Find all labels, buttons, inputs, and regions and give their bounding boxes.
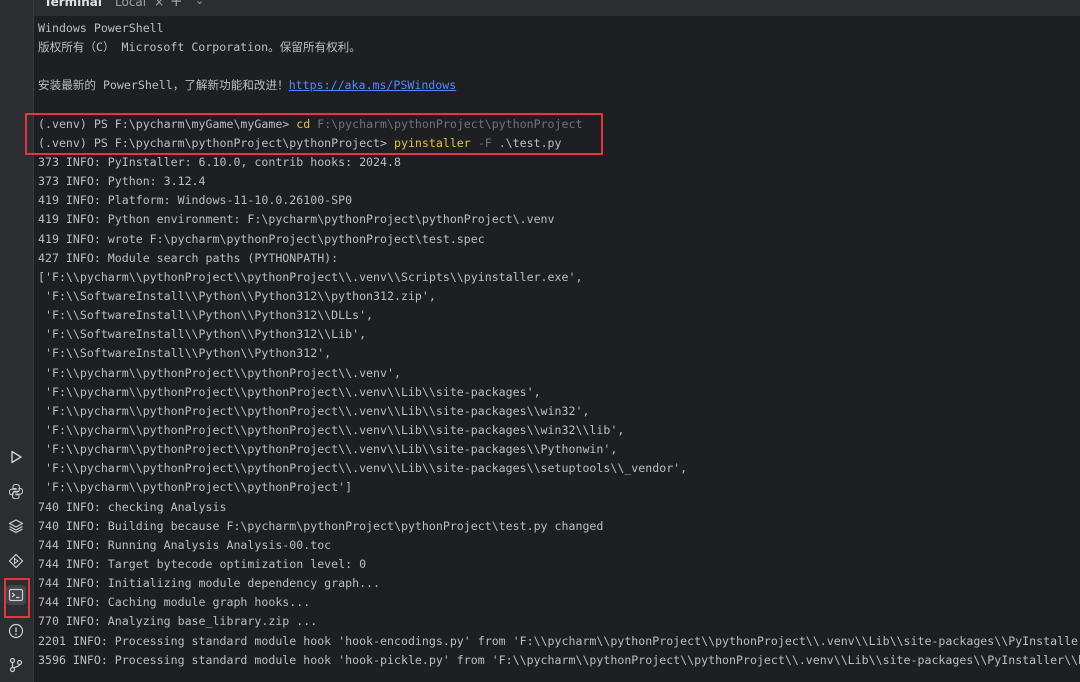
command-argument: .\test.py	[491, 135, 562, 150]
terminal-tab-bar: Terminal Local × + ⌄	[33, 0, 1080, 16]
command-argument: F:\pycharm\pythonProject\pythonProject	[310, 116, 583, 131]
output-line: 2201 INFO: Processing standard module ho…	[38, 633, 1080, 648]
terminal-panel-title: Terminal	[44, 0, 103, 9]
output-line: 427 INFO: Module search paths (PYTHONPAT…	[38, 250, 339, 265]
output-line: 740 INFO: Building because F:\pycharm\py…	[38, 518, 604, 533]
output-line: 'F:\\pycharm\\pythonProject\\pythonProje…	[38, 384, 541, 399]
terminal-line: 版权所有（C） Microsoft Corporation。保留所有权利。	[38, 40, 361, 55]
tab-local-label: Local	[115, 0, 147, 9]
pswindows-link[interactable]: https://aka.ms/PSWindows	[289, 78, 457, 92]
output-line: 419 INFO: wrote F:\pycharm\pythonProject…	[38, 231, 485, 246]
output-line: 'F:\\SoftwareInstall\\Python\\Python312\…	[38, 288, 436, 303]
output-line: 373 INFO: PyInstaller: 6.10.0, contrib h…	[38, 154, 401, 169]
output-line: ['F:\\pycharm\\pythonProject\\pythonProj…	[38, 269, 583, 284]
update-message: 安装最新的 PowerShell，了解新功能和改进！	[38, 78, 289, 93]
output-line: 'F:\\SoftwareInstall\\Python\\Python312\…	[38, 308, 374, 323]
output-line: 3596 INFO: Processing standard module ho…	[38, 652, 1080, 667]
problems-icon[interactable]	[6, 621, 26, 641]
chevron-down-icon[interactable]: ⌄	[195, 0, 204, 7]
prompt: (.venv) PS F:\pycharm\myGame\myGame>	[38, 116, 297, 131]
command-name: pyinstaller	[393, 135, 471, 150]
prompt: (.venv) PS F:\pycharm\pythonProject\pyth…	[38, 135, 394, 150]
output-line: 770 INFO: Analyzing base_library.zip ...	[38, 614, 318, 629]
output-line: 744 INFO: Caching module graph hooks...	[38, 595, 311, 610]
output-line: 740 INFO: checking Analysis	[38, 499, 227, 514]
new-tab-button[interactable]: +	[170, 0, 183, 10]
output-line: 744 INFO: Running Analysis Analysis-00.t…	[38, 537, 332, 552]
output-line: 'F:\\pycharm\\pythonProject\\pythonProje…	[38, 403, 590, 418]
output-line: 744 INFO: Target bytecode optimization l…	[38, 556, 367, 571]
output-line: 'F:\\pycharm\\pythonProject\\pythonProje…	[38, 422, 625, 437]
output-line: 744 INFO: Initializing module dependency…	[38, 576, 381, 591]
output-line: 419 INFO: Python environment: F:\pycharm…	[38, 212, 555, 227]
output-line: 'F:\\pycharm\\pythonProject\\pythonProje…	[38, 442, 618, 457]
command-line-cd: (.venv) PS F:\pycharm\myGame\myGame> cd …	[38, 115, 1080, 134]
terminal-line: 安装最新的 PowerShell，了解新功能和改进！https://aka.ms…	[38, 76, 1080, 95]
terminal-output[interactable]: Windows PowerShell 版权所有（C） Microsoft Cor…	[38, 19, 1080, 682]
output-line: 'F:\\SoftwareInstall\\Python\\Python312'…	[38, 346, 332, 361]
terminal-icon[interactable]	[6, 585, 26, 605]
command-flag: -F	[470, 135, 492, 150]
output-line: 'F:\\pycharm\\pythonProject\\pythonProje…	[38, 365, 401, 380]
command-line-pyinstaller: (.venv) PS F:\pycharm\pythonProject\pyth…	[38, 134, 1080, 153]
layers-icon[interactable]	[6, 516, 26, 536]
git-icon[interactable]	[6, 655, 26, 675]
output-line: 'F:\\pycharm\\pythonProject\\pythonProje…	[38, 480, 353, 495]
services-icon[interactable]	[6, 551, 26, 571]
output-line: 419 INFO: Platform: Windows-11-10.0.2610…	[38, 193, 353, 208]
close-icon[interactable]: ×	[154, 0, 164, 9]
output-line: 'F:\\SoftwareInstall\\Python\\Python312\…	[38, 327, 367, 342]
tool-window-sidebar	[0, 0, 34, 682]
tab-local[interactable]: Local ×	[115, 0, 164, 9]
output-line: 'F:\\pycharm\\pythonProject\\pythonProje…	[38, 461, 688, 476]
output-line: 373 INFO: Python: 3.12.4	[38, 174, 206, 189]
python-console-icon[interactable]	[6, 481, 26, 501]
run-icon[interactable]	[6, 447, 26, 467]
command-name: cd	[296, 116, 311, 131]
terminal-line: Windows PowerShell	[38, 21, 164, 35]
